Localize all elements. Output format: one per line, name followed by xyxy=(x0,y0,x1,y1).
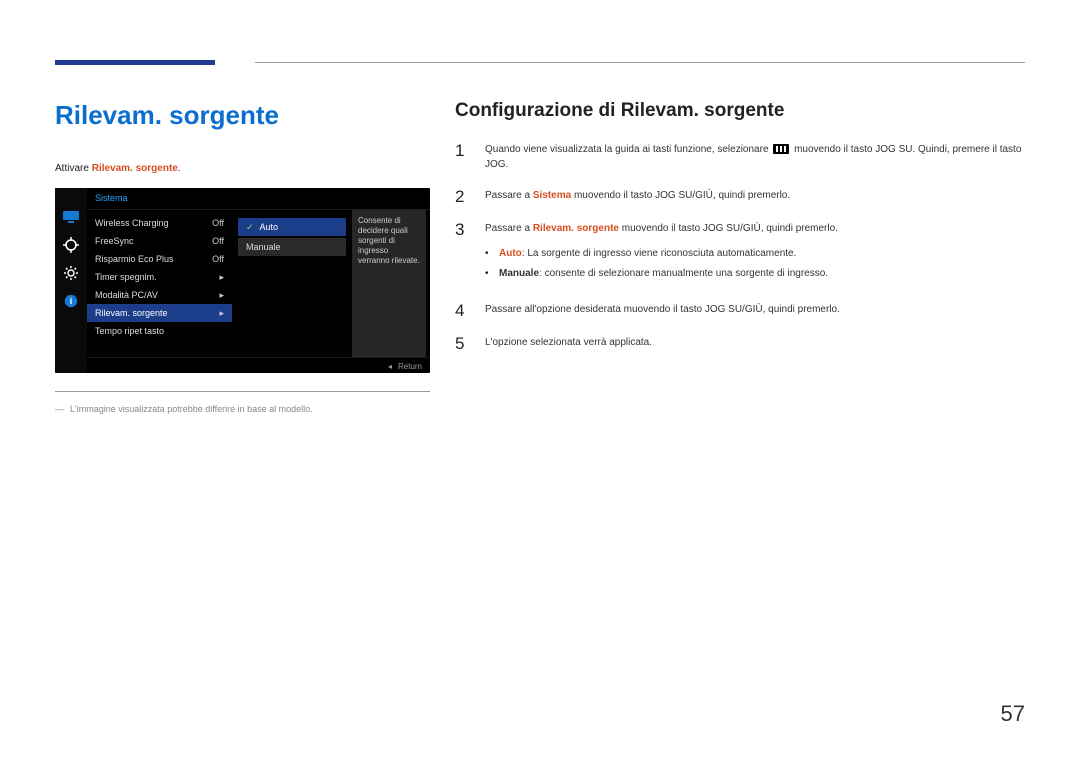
osd-row-wireless: Wireless Charging Off xyxy=(87,214,232,232)
step-highlight: Sistema xyxy=(533,190,571,201)
bullet-auto: Auto: La sorgente di ingresso viene rico… xyxy=(485,246,1025,262)
osd-row-tempo: Tempo ripet tasto xyxy=(87,322,232,340)
chevron-right-icon: ▸ xyxy=(219,290,224,301)
check-icon: ✓ xyxy=(246,222,254,233)
step-body: Passare a Rilevam. sorgente muovendo il … xyxy=(485,221,1025,286)
activate-suffix: . xyxy=(178,163,181,174)
section-title: Rilevam. sorgente xyxy=(55,100,430,131)
header-accent-bar xyxy=(55,60,215,65)
svg-text:i: i xyxy=(70,296,73,306)
target-icon xyxy=(62,236,80,254)
osd-row-label: FreeSync xyxy=(95,236,134,246)
activate-text: Attivare Rilevam. sorgente. xyxy=(55,163,430,174)
step-number: 5 xyxy=(455,335,471,352)
osd-row-label: Risparmio Eco Plus xyxy=(95,254,174,264)
footnote-divider xyxy=(55,391,430,392)
osd-row-freesync: FreeSync Off xyxy=(87,232,232,250)
osd-row-label: Timer spegnim. xyxy=(95,272,157,282)
activate-prefix: Attivare xyxy=(55,163,92,174)
step-number: 3 xyxy=(455,221,471,286)
osd-option-label: Auto xyxy=(260,222,279,232)
osd-option-label: Manuale xyxy=(246,242,281,252)
osd-row-value: Off xyxy=(212,254,224,264)
step-text: Quando viene visualizzata la guida ai ta… xyxy=(485,144,771,155)
menu-bars-icon xyxy=(773,144,789,154)
steps-list: 1 Quando viene visualizzata la guida ai … xyxy=(455,142,1025,352)
osd-row-label: Tempo ripet tasto xyxy=(95,326,164,336)
triangle-left-icon: ◂ xyxy=(388,362,392,371)
osd-option-manuale: Manuale xyxy=(238,238,346,256)
osd-row-timer: Timer spegnim. ▸ xyxy=(87,268,232,286)
osd-row-label: Rilevam. sorgente xyxy=(95,308,168,318)
chevron-right-icon: ▸ xyxy=(219,272,224,283)
osd-menu-list: Wireless Charging Off FreeSync Off Risparm… xyxy=(87,210,232,357)
step-2: 2 Passare a Sistema muovendo il tasto JO… xyxy=(455,188,1025,205)
osd-row-eco: Risparmio Eco Plus Off xyxy=(87,250,232,268)
step-1: 1 Quando viene visualizzata la guida ai … xyxy=(455,142,1025,172)
header-divider xyxy=(255,62,1025,63)
step-3: 3 Passare a Rilevam. sorgente muovendo i… xyxy=(455,221,1025,286)
right-column: Configurazione di Rilevam. sorgente 1 Qu… xyxy=(455,100,1025,352)
step-highlight: Rilevam. sorgente xyxy=(533,223,619,234)
step-body: Quando viene visualizzata la guida ai ta… xyxy=(485,142,1025,172)
monitor-icon xyxy=(62,208,80,226)
info-icon: i xyxy=(62,292,80,310)
osd-screenshot: i Sistema Wireless Charging Off FreeSync O… xyxy=(55,188,430,373)
config-title: Configurazione di Rilevam. sorgente xyxy=(455,100,1025,122)
osd-description: Consente di decidere quali sorgenti di i… xyxy=(352,210,426,357)
step-5: 5 L'opzione selezionata verrà applicata. xyxy=(455,335,1025,352)
left-column: Rilevam. sorgente Attivare Rilevam. sorg… xyxy=(55,100,430,414)
bullet-bold: Manuale xyxy=(499,268,539,279)
step-number: 1 xyxy=(455,142,471,172)
chevron-right-icon: ▸ xyxy=(219,308,224,319)
gear-icon xyxy=(62,264,80,282)
osd-body: Wireless Charging Off FreeSync Off Risparm… xyxy=(87,210,430,357)
bullet-highlight: Auto xyxy=(499,248,522,259)
osd-title: Sistema xyxy=(87,188,430,210)
step-body: Passare a Sistema muovendo il tasto JOG … xyxy=(485,188,1025,205)
step-3-bullets: Auto: La sorgente di ingresso viene rico… xyxy=(485,246,1025,282)
osd-row-pcav: Modalità PC/AV ▸ xyxy=(87,286,232,304)
osd-row-rilevam: Rilevam. sorgente ▸ xyxy=(87,304,232,322)
osd-footer: ◂ Return xyxy=(87,357,430,373)
step-number: 4 xyxy=(455,302,471,319)
activate-highlight: Rilevam. sorgente xyxy=(92,163,178,174)
page-number: 57 xyxy=(1001,701,1025,727)
osd-row-label: Wireless Charging xyxy=(95,218,169,228)
bullet-manuale: Manuale: consente di selezionare manualm… xyxy=(485,266,1025,282)
step-text: Passare a xyxy=(485,190,533,201)
osd-row-value: Off xyxy=(212,236,224,246)
step-text: muovendo il tasto JOG SU/GIÙ, quindi pre… xyxy=(619,223,838,234)
step-number: 2 xyxy=(455,188,471,205)
step-text: Passare a xyxy=(485,223,533,234)
osd-main-panel: Sistema Wireless Charging Off FreeSync Off… xyxy=(87,188,430,373)
bullet-text: : consente di selezionare manualmente un… xyxy=(539,268,828,279)
osd-return-label: Return xyxy=(398,362,422,371)
step-text: muovendo il tasto JOG SU/GIÙ, quindi pre… xyxy=(571,190,790,201)
footnote-text: L'immagine visualizzata potrebbe differi… xyxy=(55,404,430,414)
step-4: 4 Passare all'opzione desiderata muovend… xyxy=(455,302,1025,319)
osd-row-value: Off xyxy=(212,218,224,228)
osd-nav-icons: i xyxy=(55,188,87,373)
step-body: Passare all'opzione desiderata muovendo … xyxy=(485,302,1025,319)
osd-submenu: ✓ Auto Manuale xyxy=(232,210,352,357)
bullet-text: : La sorgente di ingresso viene riconosc… xyxy=(522,248,797,259)
step-body: L'opzione selezionata verrà applicata. xyxy=(485,335,1025,352)
osd-row-label: Modalità PC/AV xyxy=(95,290,158,300)
osd-option-auto: ✓ Auto xyxy=(238,218,346,236)
